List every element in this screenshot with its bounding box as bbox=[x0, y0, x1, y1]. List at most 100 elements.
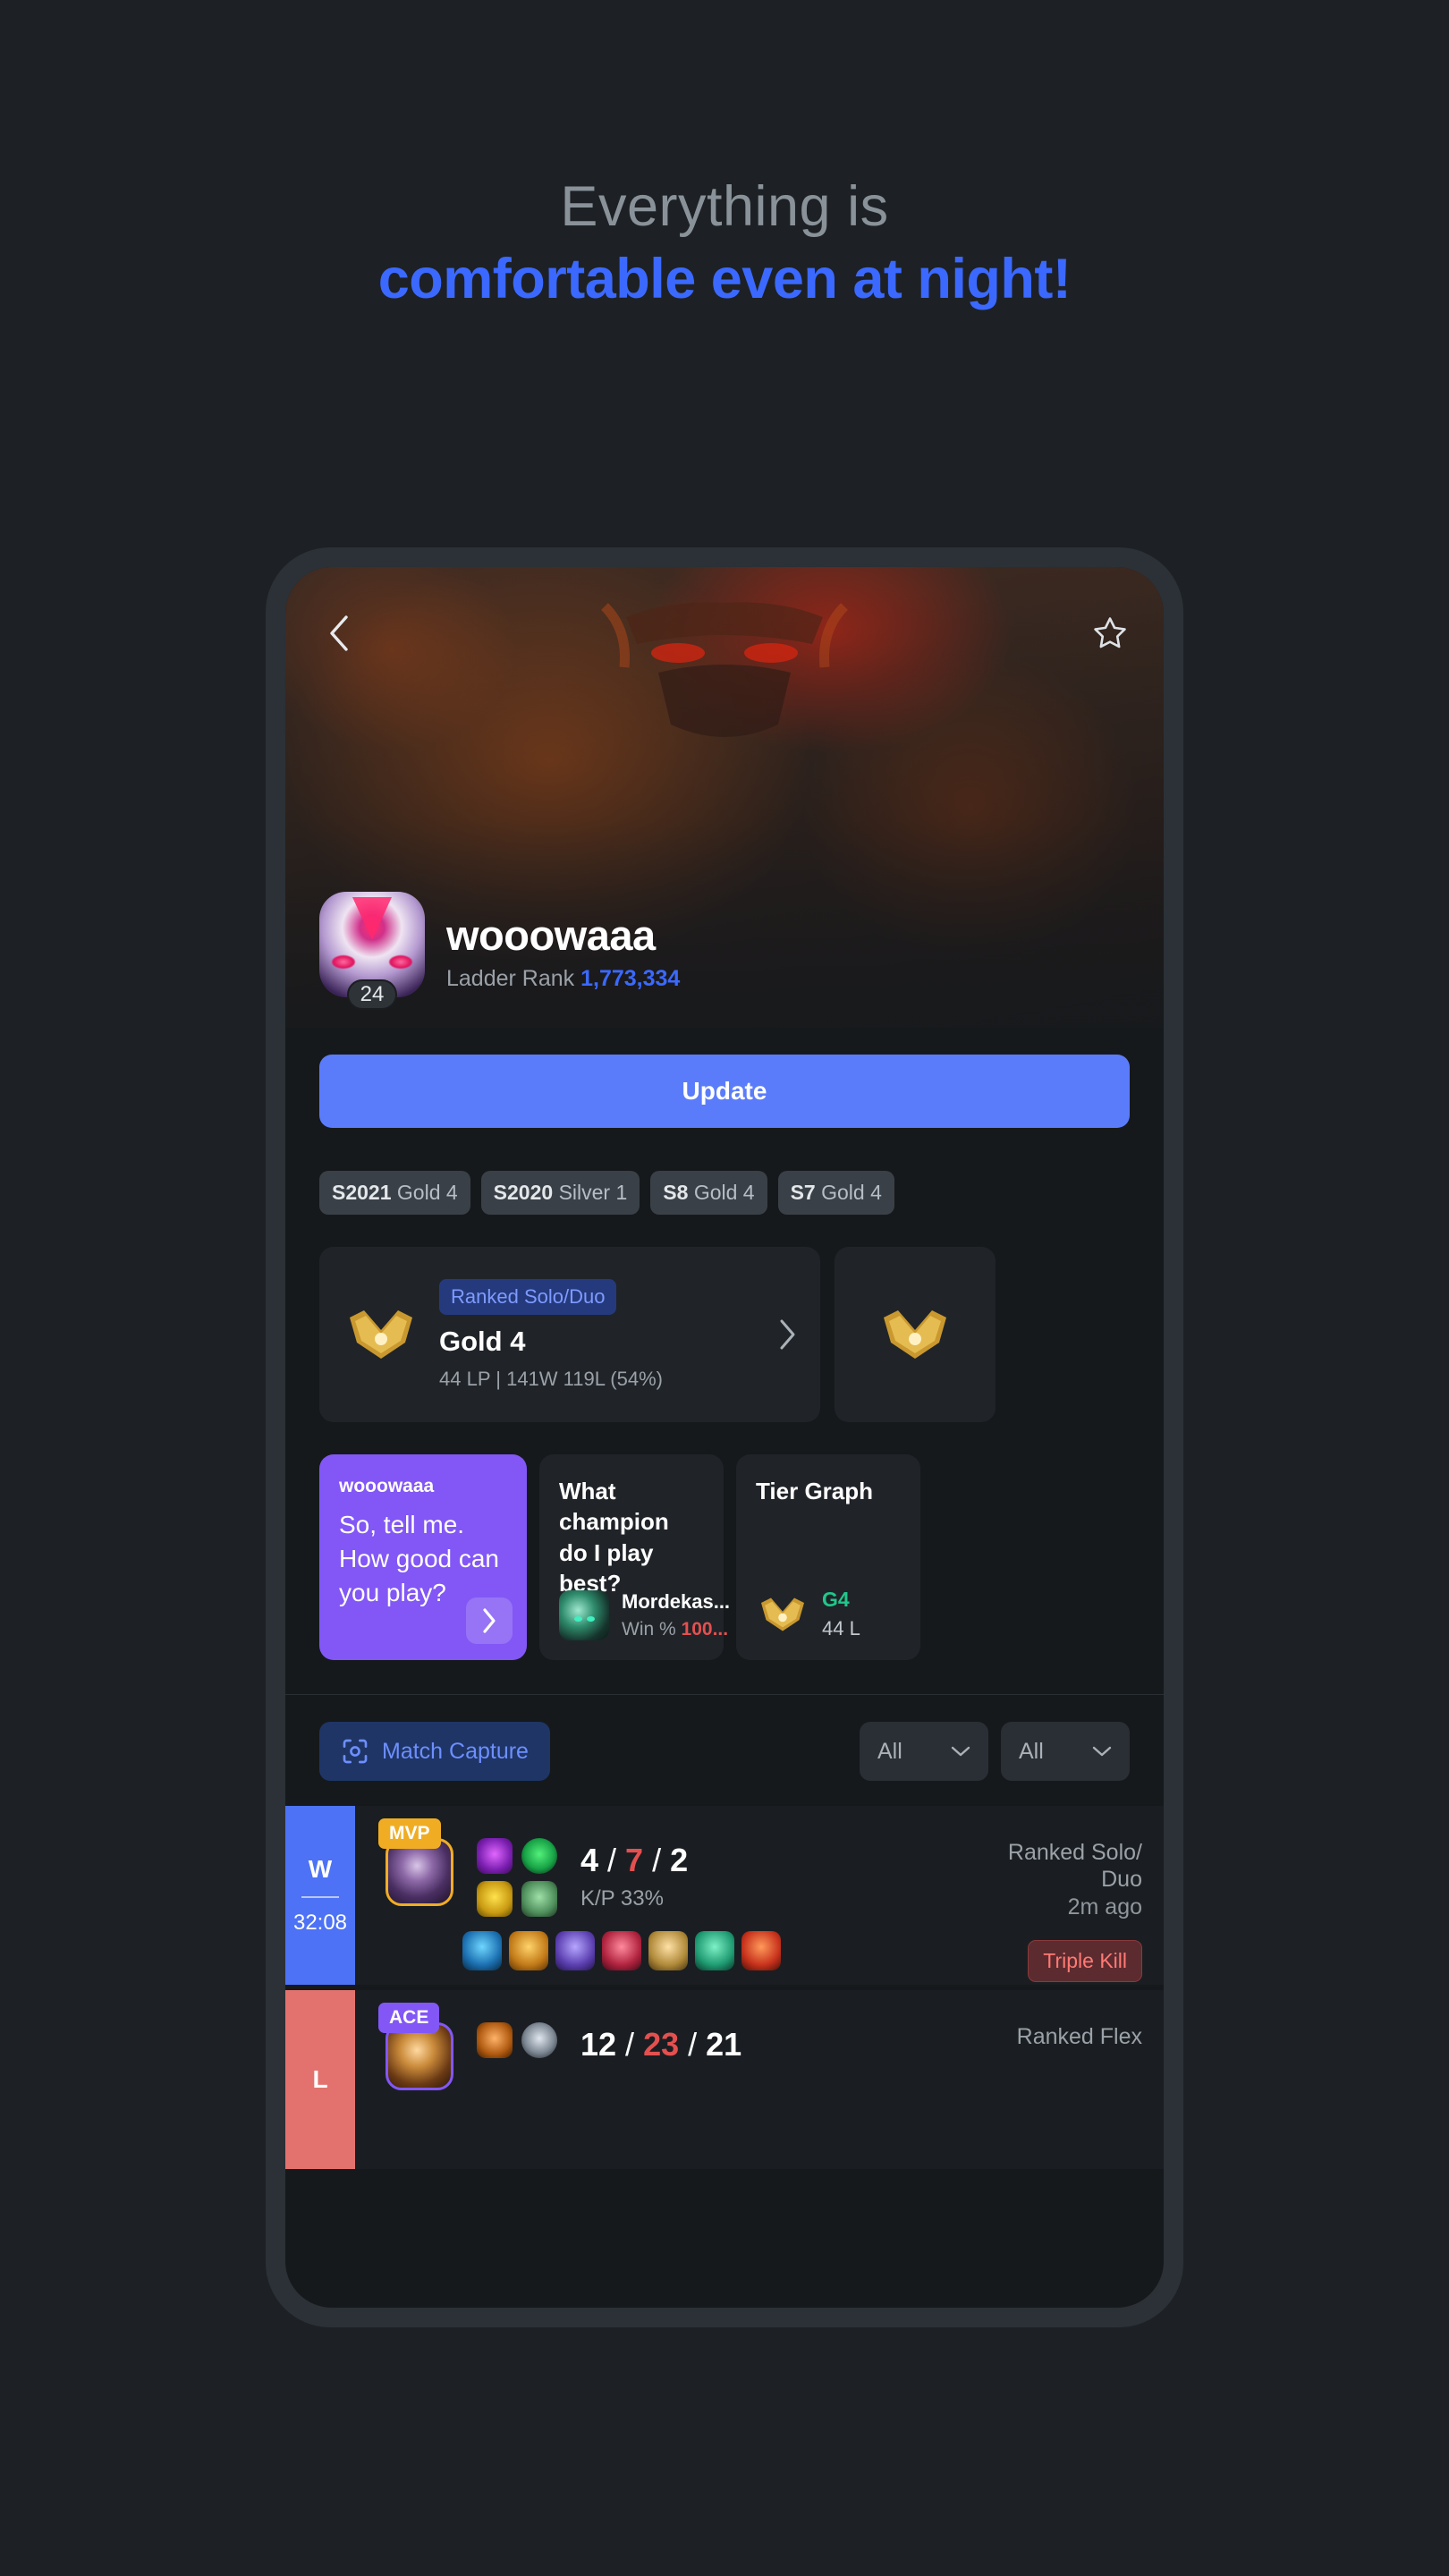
profile-identity: 24 wooowaaa Ladder Rank 1,773,334 bbox=[319, 892, 680, 1010]
ranked-record: 141W 119L (54%) bbox=[506, 1367, 663, 1390]
app-screenshot: Everything is comfortable even at night! bbox=[0, 0, 1449, 2576]
season-badge[interactable]: S2021 Gold 4 bbox=[319, 1171, 470, 1215]
ai-card-question: So, tell me. How good can you play? bbox=[339, 1508, 507, 1610]
avatar-crest bbox=[352, 897, 392, 940]
match-row[interactable]: W 32:08 MVP 4 / 7 / 2 K/P 33% Ranked Sol… bbox=[285, 1806, 1164, 1985]
season-badge-tier: Gold 4 bbox=[821, 1181, 882, 1204]
ranked-card-info: Ranked Solo/Duo Gold 4 44 LP | 141W 119L… bbox=[439, 1278, 758, 1391]
match-body: ACE 12 / 23 / 21 Ranked Flex bbox=[355, 1990, 1164, 2169]
summoner-spell-icon bbox=[477, 2022, 513, 2058]
ai-tier-graph-stats: G4 44 L bbox=[822, 1588, 860, 1640]
chevron-down-icon bbox=[1092, 1746, 1112, 1757]
trinket-icon bbox=[741, 1931, 781, 1970]
chevron-right-icon[interactable] bbox=[777, 1318, 797, 1351]
queue-filter-value: All bbox=[877, 1738, 902, 1764]
match-body: MVP 4 / 7 / 2 K/P 33% Ranked Solo/ Duo 2… bbox=[355, 1806, 1164, 1985]
avatar-eye-left bbox=[332, 954, 355, 969]
gold-rank-emblem-icon bbox=[884, 1310, 946, 1359]
match-items-row bbox=[462, 1931, 781, 1970]
ai-champion-winrate: Win % 100... bbox=[622, 1619, 730, 1640]
match-kill-participation: K/P 33% bbox=[580, 1886, 664, 1911]
ranked-card-solo-duo[interactable]: Ranked Solo/Duo Gold 4 44 LP | 141W 119L… bbox=[319, 1247, 820, 1422]
ai-champion-stats: Mordekas... Win % 100... bbox=[622, 1590, 730, 1640]
ai-champion-result: Mordekas... Win % 100... bbox=[559, 1590, 730, 1640]
match-row[interactable]: L ACE 12 / 23 / 21 Ranked Flex bbox=[285, 1990, 1164, 2169]
ai-question-line-1: So, tell me. bbox=[339, 1511, 465, 1538]
phone-mockup-frame: 24 wooowaaa Ladder Rank 1,773,334 Update bbox=[266, 547, 1183, 2327]
kda-slash-1: / bbox=[616, 2026, 644, 2063]
ai-champion-card[interactable]: What champion do I play best? Mordekas..… bbox=[539, 1454, 730, 1660]
match-filter-row: Match Capture All All bbox=[285, 1695, 1164, 1781]
gold-rank-emblem-icon bbox=[761, 1597, 804, 1631]
favorite-button[interactable] bbox=[1089, 612, 1131, 655]
match-result-column: L bbox=[285, 1990, 355, 2169]
match-result-letter: L bbox=[312, 2065, 328, 2093]
season-badge-season: S7 bbox=[790, 1181, 816, 1204]
kda-slash-2: / bbox=[679, 2026, 707, 2063]
chevron-right-icon bbox=[483, 1608, 496, 1633]
keystone-rune-icon bbox=[521, 1838, 557, 1874]
ladder-rank-row: Ladder Rank 1,773,334 bbox=[446, 966, 680, 992]
ai-question-line-2: How good can bbox=[339, 1545, 500, 1573]
item-icon bbox=[648, 1931, 688, 1970]
match-kda: 4 / 7 / 2 bbox=[580, 1842, 688, 1879]
lp-separator: | bbox=[496, 1367, 501, 1390]
ai-cards-scroller[interactable]: wooowaaa So, tell me. How good can you p… bbox=[285, 1422, 1164, 1660]
ai-card-username: wooowaaa bbox=[339, 1476, 435, 1496]
match-queue-name: Ranked Flex bbox=[1017, 2024, 1142, 2051]
item-icon bbox=[555, 1931, 595, 1970]
back-button[interactable] bbox=[318, 612, 360, 655]
match-result-column: W 32:08 bbox=[285, 1806, 355, 1985]
avatar-wrapper[interactable]: 24 bbox=[319, 892, 425, 1010]
item-icon bbox=[602, 1931, 641, 1970]
star-outline-icon bbox=[1094, 617, 1126, 648]
season-badge[interactable]: S7 Gold 4 bbox=[777, 1171, 894, 1215]
ai-card-next-button[interactable] bbox=[466, 1597, 513, 1644]
update-button[interactable]: Update bbox=[319, 1055, 1130, 1128]
ranked-lp-record: 44 LP | 141W 119L (54%) bbox=[439, 1368, 758, 1391]
match-filter-selects: All All bbox=[860, 1722, 1130, 1781]
match-spells-runes bbox=[477, 2006, 557, 2169]
promo-headline: Everything is comfortable even at night! bbox=[0, 174, 1449, 321]
match-performance-badge: MVP bbox=[378, 1818, 441, 1849]
queue-filter-select[interactable]: All bbox=[860, 1722, 988, 1781]
profile-meta: wooowaaa Ladder Rank 1,773,334 bbox=[446, 912, 680, 997]
kda-slash-2: / bbox=[643, 1842, 671, 1878]
match-assists: 21 bbox=[706, 2026, 742, 2063]
match-queue-name: Ranked Solo/ Duo bbox=[1008, 1840, 1142, 1893]
focus-capture-icon bbox=[343, 1739, 368, 1764]
queue-type-pill: Ranked Solo/Duo bbox=[439, 1278, 617, 1315]
ai-tier-graph-card[interactable]: Tier Graph G4 44 L bbox=[736, 1454, 920, 1660]
avatar-eye-right bbox=[389, 954, 412, 969]
summoner-spell-icon bbox=[477, 1838, 513, 1874]
match-performance-badge: ACE bbox=[378, 2003, 440, 2033]
season-badge[interactable]: S8 Gold 4 bbox=[650, 1171, 767, 1215]
ranked-cards-scroller[interactable]: Ranked Solo/Duo Gold 4 44 LP | 141W 119L… bbox=[285, 1215, 1164, 1422]
ranked-tier-name: Gold 4 bbox=[439, 1325, 526, 1357]
season-badge[interactable]: S2020 Silver 1 bbox=[480, 1171, 640, 1215]
ai-tier-graph-title: Tier Graph bbox=[756, 1478, 874, 1504]
match-kda: 12 / 23 / 21 bbox=[580, 2026, 741, 2063]
champion-filter-value: All bbox=[1019, 1738, 1044, 1764]
gold-rank-emblem-icon bbox=[350, 1310, 412, 1359]
chevron-down-icon bbox=[951, 1746, 970, 1757]
season-badges-row: S2021 Gold 4 S2020 Silver 1 S8 Gold 4 S7… bbox=[285, 1128, 1164, 1215]
match-meta: Ranked Flex bbox=[1017, 2006, 1142, 2169]
match-multikill-badge: Triple Kill bbox=[1028, 1940, 1142, 1982]
ranked-card-secondary[interactable] bbox=[835, 1247, 996, 1422]
ladder-rank-label: Ladder Rank bbox=[446, 966, 575, 991]
season-badge-season: S2021 bbox=[332, 1181, 392, 1204]
champion-filter-select[interactable]: All bbox=[1001, 1722, 1130, 1781]
ai-prompt-card[interactable]: wooowaaa So, tell me. How good can you p… bbox=[319, 1454, 527, 1660]
match-kda-block: 12 / 23 / 21 bbox=[580, 2006, 741, 2169]
ai-champion-title: What champion do I play best? bbox=[559, 1476, 704, 1598]
match-queue-line-2: Duo bbox=[1101, 1866, 1142, 1892]
headline-line-2: comfortable even at night! bbox=[377, 248, 1072, 311]
spell-row-top bbox=[477, 1838, 557, 1874]
match-capture-button[interactable]: Match Capture bbox=[319, 1722, 550, 1781]
keystone-rune-icon bbox=[521, 2022, 557, 2058]
match-meta: Ranked Solo/ Duo 2m ago Triple Kill bbox=[1008, 1822, 1142, 1985]
ai-champion-title-line-1: What champion bbox=[559, 1478, 669, 1536]
tier-graph-lp: 44 L bbox=[822, 1617, 860, 1640]
season-badge-tier: Silver 1 bbox=[558, 1181, 628, 1204]
